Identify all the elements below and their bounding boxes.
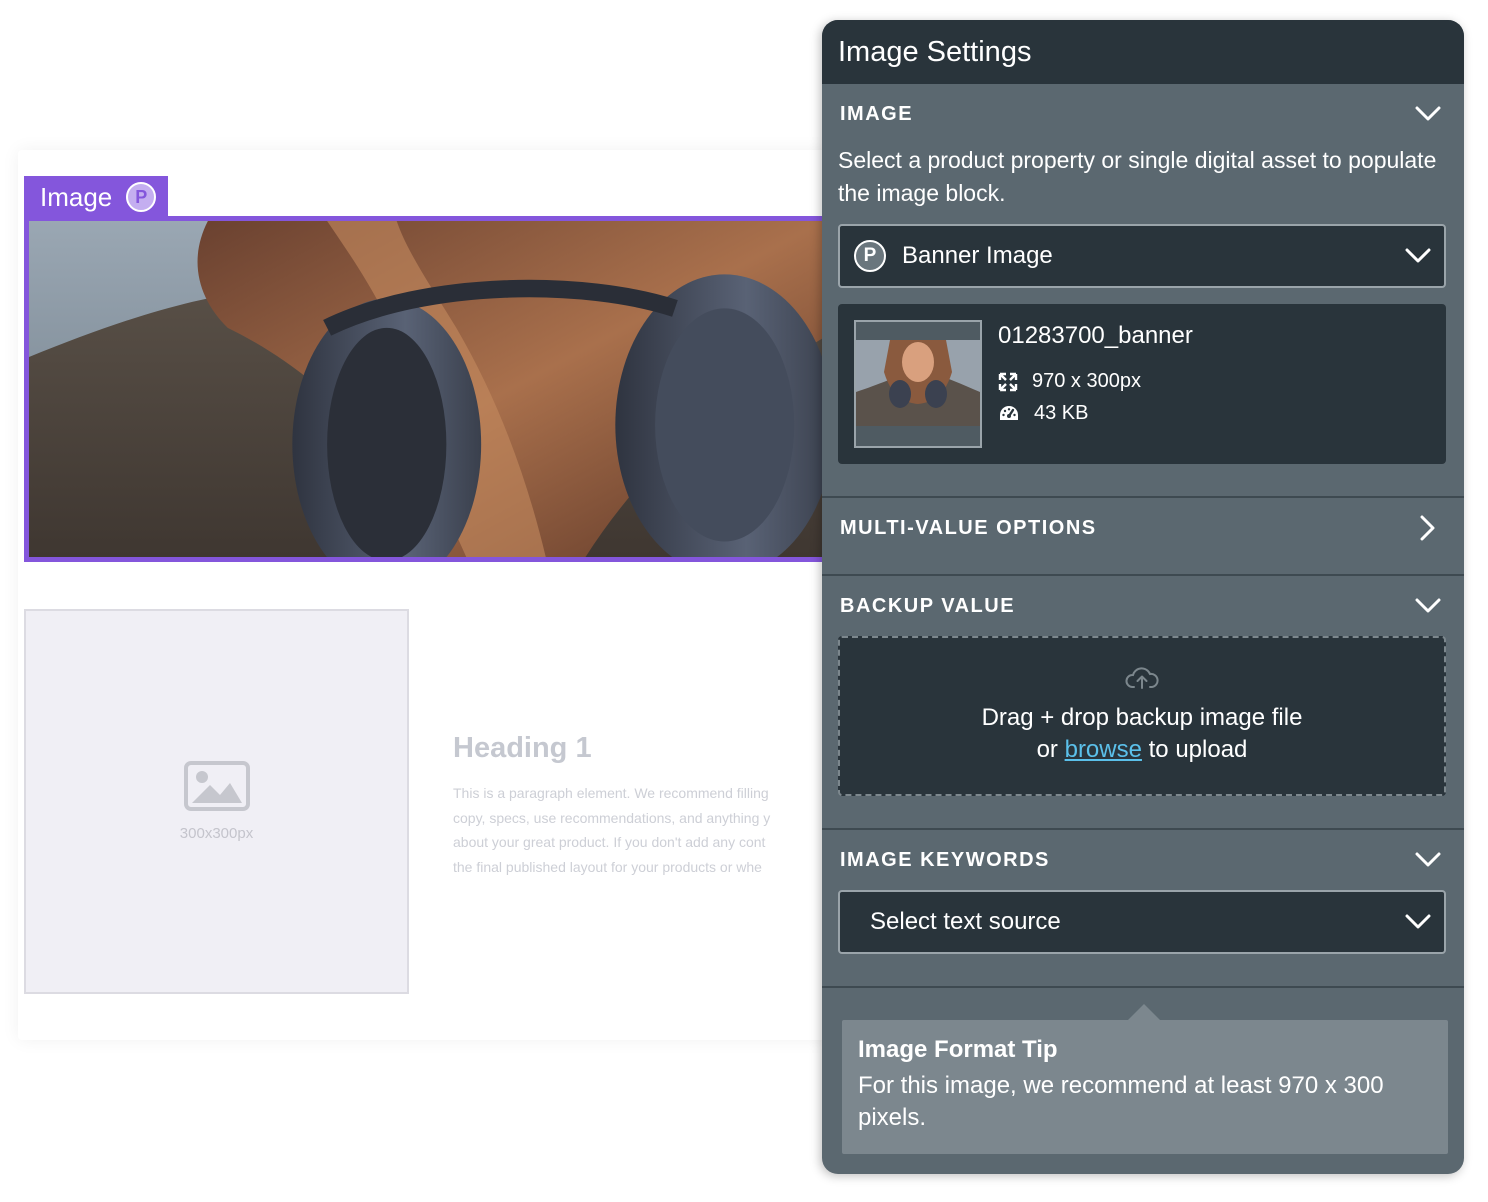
- chevron-down-icon: [1404, 242, 1432, 270]
- image-settings-panel: Image Settings IMAGE Select a product pr…: [822, 20, 1464, 1174]
- browse-link[interactable]: browse: [1065, 736, 1142, 763]
- asset-name: 01283700_banner: [998, 322, 1193, 349]
- paragraph-element[interactable]: This is a paragraph element. We recommen…: [453, 781, 825, 881]
- paragraph-line: about your great product. If you don't a…: [453, 834, 766, 850]
- image-keywords-section-header[interactable]: IMAGE KEYWORDS: [840, 846, 1442, 874]
- cloud-upload-icon: [1125, 667, 1159, 689]
- section-divider: [822, 986, 1464, 988]
- section-divider: [822, 574, 1464, 576]
- panel-title: Image Settings: [838, 35, 1032, 68]
- text-source-select[interactable]: Select text source: [838, 890, 1446, 954]
- image-section-label: IMAGE: [840, 102, 914, 125]
- dropzone-line-1: Drag + drop backup image file: [981, 704, 1303, 731]
- image-format-tip: Image Format Tip For this image, we reco…: [842, 1020, 1448, 1154]
- property-icon: P: [854, 240, 886, 272]
- image-block-tag-label: Image: [40, 181, 113, 212]
- dropzone-text: Drag + drop backup image file or browse …: [982, 702, 1303, 766]
- asset-thumbnail: [854, 320, 982, 448]
- panel-header: Image Settings: [822, 20, 1464, 84]
- chevron-down-icon[interactable]: [1414, 846, 1442, 874]
- multi-value-section-label: MULTI-VALUE OPTIONS: [840, 516, 1097, 539]
- chevron-down-icon[interactable]: [1414, 592, 1442, 620]
- paragraph-line: copy, specs, use recommendations, and an…: [453, 809, 771, 826]
- backup-image-dropzone[interactable]: Drag + drop backup image file or browse …: [838, 636, 1446, 796]
- dropzone-suffix: to upload: [1148, 736, 1248, 763]
- image-placeholder-icon: [183, 761, 250, 811]
- section-divider: [822, 496, 1464, 498]
- image-placeholder-block[interactable]: 300x300px: [24, 609, 409, 994]
- backup-value-section-label: BACKUP VALUE: [840, 594, 1016, 617]
- chevron-down-icon: [1404, 908, 1432, 936]
- image-source-select[interactable]: P Banner Image: [838, 224, 1446, 288]
- dropzone-line-2: or browse to upload: [982, 734, 1303, 766]
- paragraph-line: the final published layout for your prod…: [453, 858, 762, 875]
- placeholder-size-label: 300x300px: [179, 825, 254, 842]
- asset-file-size: 43 KB: [998, 402, 1088, 425]
- banner-image-block[interactable]: [24, 216, 824, 562]
- multi-value-section-header[interactable]: MULTI-VALUE OPTIONS: [840, 514, 1442, 542]
- tip-text: For this image, we recommend at least 97…: [858, 1072, 1384, 1131]
- image-source-value: Banner Image: [902, 242, 1053, 269]
- image-section-description: Select a product property or single digi…: [838, 147, 1437, 206]
- section-divider: [822, 828, 1464, 830]
- image-keywords-section-label: IMAGE KEYWORDS: [840, 848, 1050, 871]
- asset-file-size-text: 43 KB: [1034, 402, 1089, 424]
- tip-arrow: [1128, 1004, 1160, 1020]
- paragraph-line: This is a paragraph element. We recommen…: [453, 785, 769, 801]
- backup-value-section-header[interactable]: BACKUP VALUE: [840, 592, 1442, 620]
- tip-title: Image Format Tip: [858, 1036, 1058, 1063]
- heading-element[interactable]: Heading 1: [453, 732, 592, 765]
- banner-photo: [29, 221, 824, 557]
- asset-dimensions-text: 970 x 300px: [1032, 370, 1141, 392]
- chevron-right-icon[interactable]: [1414, 514, 1442, 542]
- text-source-placeholder: Select text source: [870, 908, 1061, 935]
- gauge-icon: [1000, 405, 1018, 420]
- property-badge-icon: P: [126, 182, 157, 212]
- chevron-down-icon[interactable]: [1414, 100, 1442, 128]
- image-section-header[interactable]: IMAGE: [840, 100, 1442, 128]
- expand-icon: [998, 372, 1018, 391]
- asset-card[interactable]: 01283700_banner 970 x 300px 43 KB: [838, 304, 1446, 464]
- dropzone-or: or: [1036, 736, 1058, 763]
- image-block-tag[interactable]: Image P: [24, 176, 168, 218]
- asset-dimensions: 970 x 300px: [998, 370, 1141, 393]
